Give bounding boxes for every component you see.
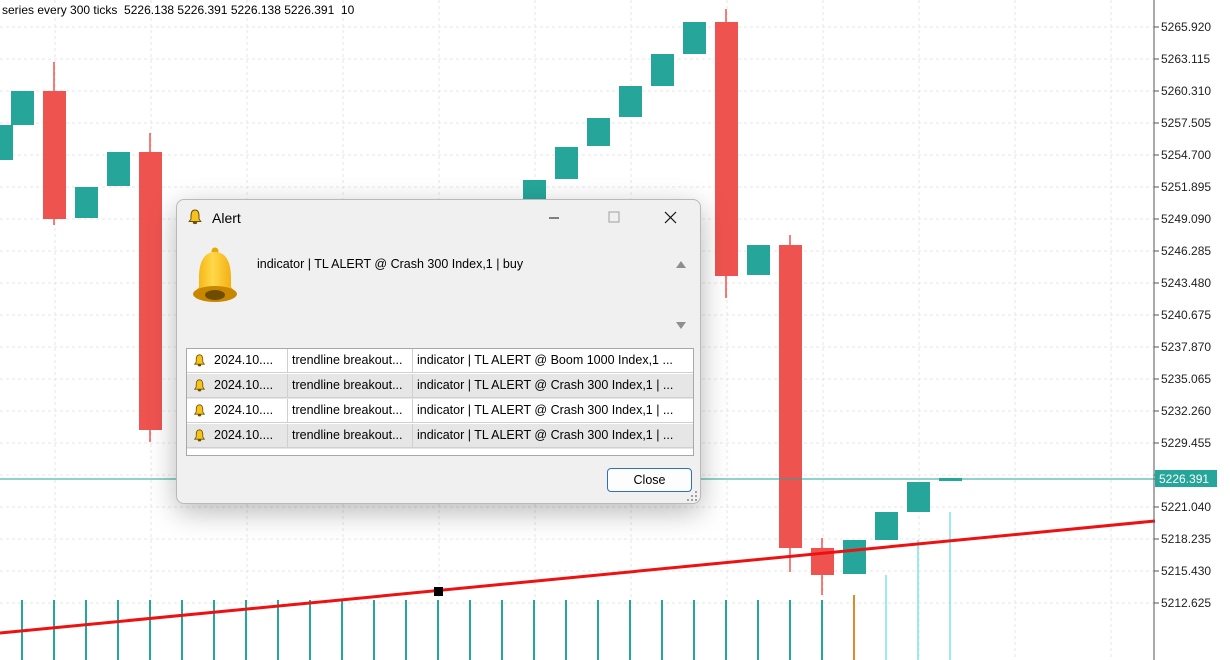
bear-candle	[779, 245, 802, 548]
row-name: trendline breakout...	[288, 349, 413, 373]
price-label: 5218.235	[1161, 532, 1211, 546]
chart-info-line: series every 300 ticks 5226.138 5226.391…	[2, 3, 355, 17]
price-label: 5251.895	[1161, 180, 1211, 194]
close-icon[interactable]	[647, 200, 693, 236]
bull-candle	[523, 180, 546, 199]
bull-candle	[747, 245, 770, 275]
row-date: 2024.10....	[214, 428, 274, 442]
row-message: indicator | TL ALERT @ Crash 300 Index,1…	[413, 399, 693, 423]
bear-candle	[139, 152, 162, 430]
price-label: 5257.505	[1161, 116, 1211, 130]
bear-candle	[43, 91, 66, 219]
row-name: trendline breakout...	[288, 424, 413, 448]
price-label: 5240.675	[1161, 308, 1211, 322]
bell-icon	[194, 354, 205, 367]
bull-candle	[107, 152, 130, 186]
bull-candle	[843, 540, 866, 574]
bull-candle	[75, 187, 98, 218]
bell-icon	[188, 209, 202, 225]
price-label: 5229.455	[1161, 436, 1211, 450]
bear-candle	[715, 22, 738, 276]
price-label: 5243.480	[1161, 276, 1211, 290]
bell-icon	[194, 379, 205, 392]
message-scrollbar[interactable]	[672, 257, 689, 337]
bull-candle	[683, 22, 706, 54]
row-message: indicator | TL ALERT @ Crash 300 Index,1…	[413, 424, 693, 448]
bull-candle	[587, 118, 610, 146]
row-message: indicator | TL ALERT @ Boom 1000 Index,1…	[413, 349, 693, 373]
price-label: 5212.625	[1161, 596, 1211, 610]
row-name: trendline breakout...	[288, 374, 413, 398]
price-label: 5235.065	[1161, 372, 1211, 386]
price-label: 5249.090	[1161, 212, 1211, 226]
list-item[interactable]: 2024.10.... trendline breakout... indica…	[187, 399, 693, 424]
row-name: trendline breakout...	[288, 399, 413, 423]
bell-icon	[193, 247, 237, 302]
minimize-icon[interactable]	[531, 200, 577, 236]
bull-candle	[907, 482, 930, 512]
row-date: 2024.10....	[214, 403, 274, 417]
resize-grip-icon[interactable]	[686, 490, 698, 502]
price-label: 5237.870	[1161, 340, 1211, 354]
list-item[interactable]: 2024.10.... trendline breakout... indica…	[187, 374, 693, 399]
alert-history-list[interactable]: 2024.10.... trendline breakout... indica…	[186, 348, 694, 456]
list-item[interactable]: 2024.10.... trendline breakout... indica…	[187, 424, 693, 449]
dialog-title: Alert	[212, 210, 241, 226]
scroll-up-arrow-icon[interactable]	[676, 261, 686, 268]
list-item[interactable]: 2024.10.... trendline breakout... indica…	[187, 349, 693, 374]
price-label: 5254.700	[1161, 148, 1211, 162]
trendline[interactable]	[0, 519, 1156, 635]
bull-candle	[651, 54, 674, 86]
row-message: indicator | TL ALERT @ Crash 300 Index,1…	[413, 374, 693, 398]
close-button[interactable]: Close	[607, 468, 692, 492]
price-label: 5232.260	[1161, 404, 1211, 418]
row-date: 2024.10....	[214, 353, 274, 367]
trendline-anchor-handle[interactable]	[434, 587, 443, 596]
bull-candle	[0, 125, 13, 160]
bell-icon	[194, 404, 205, 417]
maximize-icon[interactable]	[591, 200, 637, 236]
bull-candle	[619, 86, 642, 117]
alert-dialog: Alert indicator | TL ALERT @ Crash 300 I…	[176, 199, 701, 504]
price-label: 5263.115	[1161, 52, 1210, 66]
price-label: 5260.310	[1161, 84, 1211, 98]
bell-icon	[194, 429, 205, 442]
current-price-label: 5226.391	[1159, 472, 1209, 486]
dialog-titlebar[interactable]: Alert	[177, 200, 700, 236]
price-label: 5246.285	[1161, 244, 1211, 258]
alert-message: indicator | TL ALERT @ Crash 300 Index,1…	[257, 257, 524, 271]
price-axis: 5265.920 5263.115 5260.310 5257.505 5254.700…	[1154, 20, 1211, 610]
price-label: 5215.430	[1161, 564, 1211, 578]
bull-candle	[11, 91, 34, 125]
price-label: 5265.920	[1161, 20, 1211, 34]
bull-candle	[875, 512, 898, 540]
row-date: 2024.10....	[214, 378, 274, 392]
price-label: 5221.040	[1161, 500, 1211, 514]
scroll-down-arrow-icon[interactable]	[676, 322, 686, 329]
bull-candle	[555, 147, 578, 179]
